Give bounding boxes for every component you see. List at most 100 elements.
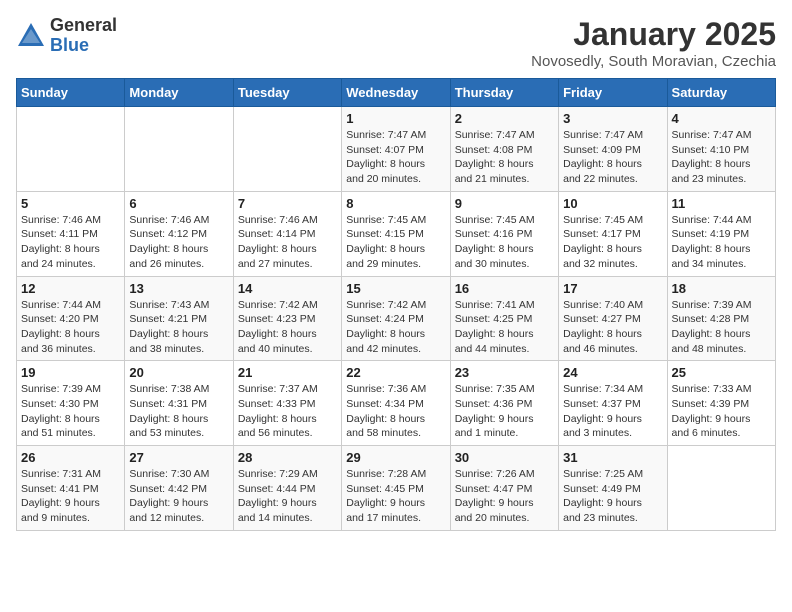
- calendar-cell: 19 Sunrise: 7:39 AM Sunset: 4:30 PM Dayli…: [17, 361, 125, 446]
- calendar-cell: 16Sunrise: 7:41 AM Sunset: 4:25 PM Dayli…: [450, 276, 558, 361]
- week-row-3: 12 Sunrise: 7:44 AM Sunset: 4:20 PM Dayli…: [17, 276, 776, 361]
- day-info: Sunrise: 7:43 AM Sunset: 4:21 PM Dayligh…: [129, 298, 228, 357]
- calendar-cell: 22 Sunrise: 7:36 AM Sunset: 4:34 PM Dayli…: [342, 361, 450, 446]
- calendar-cell: 5Sunrise: 7:46 AM Sunset: 4:11 PM Daylig…: [17, 191, 125, 276]
- header-wednesday: Wednesday: [342, 79, 450, 107]
- day-number: 25: [672, 365, 771, 380]
- day-number: 18: [672, 281, 771, 296]
- day-number: 3: [563, 111, 662, 126]
- day-number: 23: [455, 365, 554, 380]
- header-monday: Monday: [125, 79, 233, 107]
- calendar-cell: 14 Sunrise: 7:42 AM Sunset: 4:23 PM Dayli…: [233, 276, 341, 361]
- calendar-cell: 10 Sunrise: 7:45 AM Sunset: 4:17 PM Dayli…: [559, 191, 667, 276]
- calendar-cell: 6 Sunrise: 7:46 AM Sunset: 4:12 PM Daylig…: [125, 191, 233, 276]
- day-number: 2: [455, 111, 554, 126]
- day-number: 15: [346, 281, 445, 296]
- day-info: Sunrise: 7:47 AM Sunset: 4:08 PM Dayligh…: [455, 128, 554, 187]
- day-number: 11: [672, 196, 771, 211]
- calendar-cell: 31 Sunrise: 7:25 AM Sunset: 4:49 PM Dayli…: [559, 446, 667, 531]
- week-row-4: 19 Sunrise: 7:39 AM Sunset: 4:30 PM Dayli…: [17, 361, 776, 446]
- day-info: Sunrise: 7:35 AM Sunset: 4:36 PM Dayligh…: [455, 382, 554, 441]
- day-info: Sunrise: 7:45 AM Sunset: 4:16 PM Dayligh…: [455, 213, 554, 272]
- day-number: 8: [346, 196, 445, 211]
- day-info: Sunrise: 7:44 AM Sunset: 4:20 PM Dayligh…: [21, 298, 120, 357]
- week-row-1: 1Sunrise: 7:47 AM Sunset: 4:07 PM Daylig…: [17, 107, 776, 192]
- title-block: January 2025 Novosedly, South Moravian, …: [531, 16, 776, 70]
- calendar-cell: 4Sunrise: 7:47 AM Sunset: 4:10 PM Daylig…: [667, 107, 775, 192]
- day-info: Sunrise: 7:28 AM Sunset: 4:45 PM Dayligh…: [346, 467, 445, 526]
- day-info: Sunrise: 7:36 AM Sunset: 4:34 PM Dayligh…: [346, 382, 445, 441]
- day-number: 17: [563, 281, 662, 296]
- day-number: 13: [129, 281, 228, 296]
- day-number: 20: [129, 365, 228, 380]
- calendar-cell: [233, 107, 341, 192]
- day-number: 27: [129, 450, 228, 465]
- calendar-cell: [667, 446, 775, 531]
- calendar-title: January 2025: [531, 16, 776, 53]
- day-info: Sunrise: 7:45 AM Sunset: 4:15 PM Dayligh…: [346, 213, 445, 272]
- day-info: Sunrise: 7:25 AM Sunset: 4:49 PM Dayligh…: [563, 467, 662, 526]
- day-number: 6: [129, 196, 228, 211]
- calendar-cell: 24 Sunrise: 7:34 AM Sunset: 4:37 PM Dayli…: [559, 361, 667, 446]
- calendar-cell: 27 Sunrise: 7:30 AM Sunset: 4:42 PM Dayli…: [125, 446, 233, 531]
- day-number: 31: [563, 450, 662, 465]
- day-number: 24: [563, 365, 662, 380]
- day-info: Sunrise: 7:42 AM Sunset: 4:24 PM Dayligh…: [346, 298, 445, 357]
- day-number: 12: [21, 281, 120, 296]
- calendar-cell: 17 Sunrise: 7:40 AM Sunset: 4:27 PM Dayli…: [559, 276, 667, 361]
- logo: General Blue: [16, 16, 117, 56]
- day-info: Sunrise: 7:42 AM Sunset: 4:23 PM Dayligh…: [238, 298, 337, 357]
- day-number: 1: [346, 111, 445, 126]
- day-info: Sunrise: 7:46 AM Sunset: 4:12 PM Dayligh…: [129, 213, 228, 272]
- header-sunday: Sunday: [17, 79, 125, 107]
- day-info: Sunrise: 7:44 AM Sunset: 4:19 PM Dayligh…: [672, 213, 771, 272]
- day-number: 5: [21, 196, 120, 211]
- logo-blue-text: Blue: [50, 36, 117, 56]
- day-info: Sunrise: 7:31 AM Sunset: 4:41 PM Dayligh…: [21, 467, 120, 526]
- calendar-cell: 11 Sunrise: 7:44 AM Sunset: 4:19 PM Dayli…: [667, 191, 775, 276]
- day-number: 19: [21, 365, 120, 380]
- day-number: 22: [346, 365, 445, 380]
- day-info: Sunrise: 7:37 AM Sunset: 4:33 PM Dayligh…: [238, 382, 337, 441]
- header-saturday: Saturday: [667, 79, 775, 107]
- calendar-cell: 30Sunrise: 7:26 AM Sunset: 4:47 PM Dayli…: [450, 446, 558, 531]
- day-number: 28: [238, 450, 337, 465]
- calendar-cell: 8 Sunrise: 7:45 AM Sunset: 4:15 PM Daylig…: [342, 191, 450, 276]
- calendar-cell: 28Sunrise: 7:29 AM Sunset: 4:44 PM Dayli…: [233, 446, 341, 531]
- calendar-cell: 23 Sunrise: 7:35 AM Sunset: 4:36 PM Dayli…: [450, 361, 558, 446]
- day-info: Sunrise: 7:30 AM Sunset: 4:42 PM Dayligh…: [129, 467, 228, 526]
- day-number: 4: [672, 111, 771, 126]
- day-number: 29: [346, 450, 445, 465]
- week-row-2: 5Sunrise: 7:46 AM Sunset: 4:11 PM Daylig…: [17, 191, 776, 276]
- day-info: Sunrise: 7:45 AM Sunset: 4:17 PM Dayligh…: [563, 213, 662, 272]
- day-number: 14: [238, 281, 337, 296]
- day-info: Sunrise: 7:34 AM Sunset: 4:37 PM Dayligh…: [563, 382, 662, 441]
- calendar-cell: [125, 107, 233, 192]
- calendar-cell: 3 Sunrise: 7:47 AM Sunset: 4:09 PM Daylig…: [559, 107, 667, 192]
- calendar-header-row: SundayMondayTuesdayWednesdayThursdayFrid…: [17, 79, 776, 107]
- calendar-cell: 12 Sunrise: 7:44 AM Sunset: 4:20 PM Dayli…: [17, 276, 125, 361]
- calendar-cell: 1Sunrise: 7:47 AM Sunset: 4:07 PM Daylig…: [342, 107, 450, 192]
- day-number: 9: [455, 196, 554, 211]
- calendar-table: SundayMondayTuesdayWednesdayThursdayFrid…: [16, 78, 776, 531]
- day-info: Sunrise: 7:33 AM Sunset: 4:39 PM Dayligh…: [672, 382, 771, 441]
- calendar-cell: 15 Sunrise: 7:42 AM Sunset: 4:24 PM Dayli…: [342, 276, 450, 361]
- calendar-cell: 20Sunrise: 7:38 AM Sunset: 4:31 PM Dayli…: [125, 361, 233, 446]
- week-row-5: 26Sunrise: 7:31 AM Sunset: 4:41 PM Dayli…: [17, 446, 776, 531]
- day-info: Sunrise: 7:41 AM Sunset: 4:25 PM Dayligh…: [455, 298, 554, 357]
- day-info: Sunrise: 7:47 AM Sunset: 4:09 PM Dayligh…: [563, 128, 662, 187]
- page-header: General Blue January 2025 Novosedly, Sou…: [16, 16, 776, 70]
- day-number: 10: [563, 196, 662, 211]
- day-info: Sunrise: 7:40 AM Sunset: 4:27 PM Dayligh…: [563, 298, 662, 357]
- header-friday: Friday: [559, 79, 667, 107]
- header-tuesday: Tuesday: [233, 79, 341, 107]
- calendar-cell: 29 Sunrise: 7:28 AM Sunset: 4:45 PM Dayli…: [342, 446, 450, 531]
- day-info: Sunrise: 7:39 AM Sunset: 4:30 PM Dayligh…: [21, 382, 120, 441]
- calendar-cell: 9 Sunrise: 7:45 AM Sunset: 4:16 PM Daylig…: [450, 191, 558, 276]
- day-number: 30: [455, 450, 554, 465]
- day-info: Sunrise: 7:39 AM Sunset: 4:28 PM Dayligh…: [672, 298, 771, 357]
- calendar-cell: 26Sunrise: 7:31 AM Sunset: 4:41 PM Dayli…: [17, 446, 125, 531]
- header-thursday: Thursday: [450, 79, 558, 107]
- logo-icon: [16, 21, 46, 51]
- logo-general-text: General: [50, 16, 117, 36]
